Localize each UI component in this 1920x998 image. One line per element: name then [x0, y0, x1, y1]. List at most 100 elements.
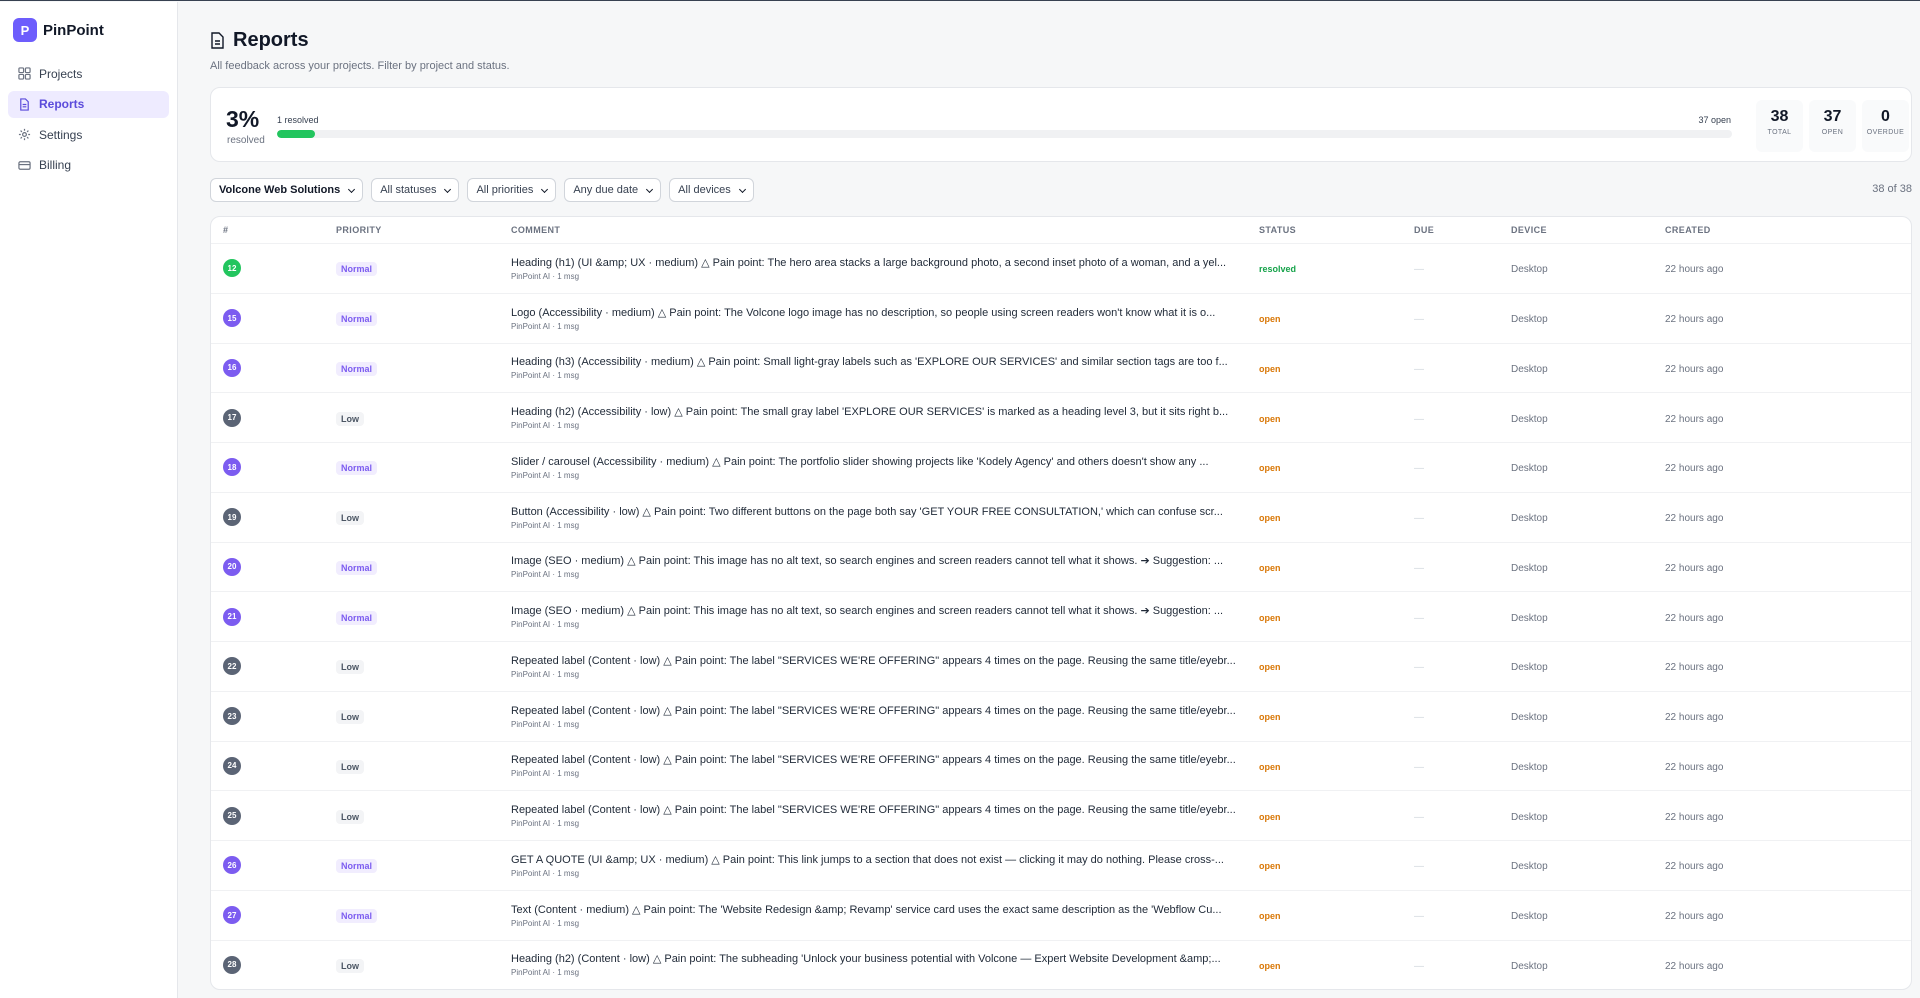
column-header-status[interactable]: STATUS	[1259, 225, 1414, 235]
sidebar-item-projects[interactable]: Projects	[8, 60, 169, 87]
comment-cell[interactable]: Heading (h2) (Accessibility · low) △ Pai…	[511, 405, 1259, 430]
comment-text[interactable]: Heading (h1) (UI &amp; UX · medium) △ Pa…	[511, 256, 1247, 269]
comment-cell[interactable]: Logo (Accessibility · medium) △ Pain poi…	[511, 306, 1259, 331]
comment-text[interactable]: Slider / carousel (Accessibility · mediu…	[511, 455, 1247, 468]
created-value: 22 hours ago	[1665, 761, 1724, 773]
row-number-badge: 18	[223, 458, 241, 477]
stat-label: OVERDUE	[1866, 129, 1905, 136]
comment-text[interactable]: Heading (h2) (Content · low) △ Pain poin…	[511, 952, 1247, 965]
comment-cell[interactable]: Image (SEO · medium) △ Pain point: This …	[511, 554, 1259, 579]
table-row[interactable]: 23 Low Repeated label (Content · low) △ …	[211, 690, 1911, 741]
column-header-created[interactable]: CREATED	[1665, 225, 1865, 235]
due-cell: —	[1414, 409, 1511, 427]
created-cell: 22 hours ago	[1665, 906, 1865, 924]
created-cell: 22 hours ago	[1665, 458, 1865, 476]
table-row[interactable]: 26 Normal GET A QUOTE (UI &amp; UX · med…	[211, 840, 1911, 890]
due-value: —	[1414, 911, 1424, 923]
comment-text[interactable]: Image (SEO · medium) △ Pain point: This …	[511, 604, 1247, 617]
comment-cell[interactable]: Repeated label (Content · low) △ Pain po…	[511, 803, 1259, 828]
comment-text[interactable]: Repeated label (Content · low) △ Pain po…	[511, 753, 1247, 766]
column-header-due[interactable]: DUE	[1414, 225, 1511, 235]
comment-cell[interactable]: Heading (h3) (Accessibility · medium) △ …	[511, 355, 1259, 380]
status-cell: open	[1259, 856, 1414, 874]
comment-text[interactable]: Logo (Accessibility · medium) △ Pain poi…	[511, 306, 1247, 319]
priority-badge: Normal	[336, 909, 378, 924]
device-filter[interactable]: All devices	[669, 178, 754, 202]
device-value: Desktop	[1511, 761, 1548, 773]
device-cell: Desktop	[1511, 608, 1665, 626]
table-row[interactable]: 17 Low Heading (h2) (Accessibility · low…	[211, 392, 1911, 442]
comment-text[interactable]: Button (Accessibility · low) △ Pain poin…	[511, 505, 1247, 518]
comment-cell[interactable]: Text (Content · medium) △ Pain point: Th…	[511, 903, 1259, 928]
comment-text[interactable]: GET A QUOTE (UI &amp; UX · medium) △ Pai…	[511, 853, 1247, 866]
table-row[interactable]: 25 Low Repeated label (Content · low) △ …	[211, 790, 1911, 840]
comment-cell[interactable]: Heading (h2) (Content · low) △ Pain poin…	[511, 952, 1259, 977]
comment-text[interactable]: Repeated label (Content · low) △ Pain po…	[511, 654, 1247, 667]
table-row[interactable]: 18 Normal Slider / carousel (Accessibili…	[211, 442, 1911, 492]
created-cell: 22 hours ago	[1665, 707, 1865, 725]
table-row[interactable]: 15 Normal Logo (Accessibility · medium) …	[211, 292, 1911, 343]
comment-text[interactable]: Heading (h2) (Accessibility · low) △ Pai…	[511, 405, 1247, 418]
comment-text[interactable]: Heading (h3) (Accessibility · medium) △ …	[511, 355, 1247, 368]
due-cell: —	[1414, 558, 1511, 576]
comment-text[interactable]: Repeated label (Content · low) △ Pain po…	[511, 803, 1247, 816]
row-number-badge: 23	[223, 707, 241, 726]
device-value: Desktop	[1511, 413, 1548, 425]
comment-cell[interactable]: Repeated label (Content · low) △ Pain po…	[511, 704, 1259, 729]
table-row[interactable]: 16 Normal Heading (h3) (Accessibility · …	[211, 342, 1911, 393]
comment-cell[interactable]: GET A QUOTE (UI &amp; UX · medium) △ Pai…	[511, 853, 1259, 878]
comment-cell[interactable]: Image (SEO · medium) △ Pain point: This …	[511, 604, 1259, 629]
sidebar-item-settings[interactable]: Settings	[8, 121, 169, 148]
status-cell: open	[1259, 458, 1414, 476]
table-row[interactable]: 28 Low Heading (h2) (Content · low) △ Pa…	[211, 939, 1911, 990]
table-row[interactable]: 12 Normal Heading (h1) (UI &amp; UX · me…	[211, 243, 1911, 293]
comment-text[interactable]: Text (Content · medium) △ Pain point: Th…	[511, 903, 1247, 916]
comment-cell[interactable]: Button (Accessibility · low) △ Pain poin…	[511, 505, 1259, 530]
sidebar-item-reports[interactable]: Reports	[8, 90, 169, 118]
comment-cell[interactable]: Repeated label (Content · low) △ Pain po…	[511, 753, 1259, 778]
comment-text[interactable]: Repeated label (Content · low) △ Pain po…	[511, 704, 1247, 717]
row-number-cell: 23	[211, 707, 336, 726]
table-row[interactable]: 24 Low Repeated label (Content · low) △ …	[211, 740, 1911, 791]
status-filter[interactable]: All statuses	[371, 178, 460, 202]
sidebar-item-billing[interactable]: Billing	[8, 152, 169, 179]
created-value: 22 hours ago	[1665, 513, 1724, 525]
comment-cell[interactable]: Repeated label (Content · low) △ Pain po…	[511, 654, 1259, 679]
document-icon	[17, 97, 31, 111]
due-cell: —	[1414, 458, 1511, 476]
priority-badge: Low	[336, 809, 364, 824]
created-value: 22 hours ago	[1665, 463, 1724, 475]
table-row[interactable]: 22 Low Repeated label (Content · low) △ …	[211, 641, 1911, 691]
due-filter[interactable]: Any due date	[564, 178, 662, 202]
comment-cell[interactable]: Heading (h1) (UI &amp; UX · medium) △ Pa…	[511, 256, 1259, 281]
table-row[interactable]: 21 Normal Image (SEO · medium) △ Pain po…	[211, 591, 1911, 641]
page-header: Reports	[210, 29, 1912, 52]
brand[interactable]: P PinPoint	[0, 2, 177, 44]
row-number-badge: 12	[223, 259, 241, 278]
status-cell: open	[1259, 359, 1414, 377]
comment-meta: PinPoint AI · 1 msg	[511, 719, 580, 729]
row-number-cell: 28	[211, 955, 336, 974]
status-badge: resolved	[1259, 264, 1297, 275]
project-filter[interactable]: Volcone Web Solutions	[210, 178, 364, 202]
priority-badge: Normal	[336, 610, 378, 625]
grid-icon	[17, 67, 31, 81]
sidebar-item-label: Settings	[39, 127, 83, 142]
column-header-comment[interactable]: COMMENT	[511, 225, 1259, 235]
device-value: Desktop	[1511, 712, 1548, 724]
table-row[interactable]: 27 Normal Text (Content · medium) △ Pain…	[211, 889, 1911, 940]
status-badge: open	[1259, 562, 1281, 573]
stat-value: 0	[1881, 108, 1890, 125]
table-row[interactable]: 19 Low Button (Accessibility · low) △ Pa…	[211, 491, 1911, 542]
row-number-cell: 18	[211, 458, 336, 477]
comment-cell[interactable]: Slider / carousel (Accessibility · mediu…	[511, 455, 1259, 480]
comment-text[interactable]: Image (SEO · medium) △ Pain point: This …	[511, 554, 1247, 567]
column-header-priority[interactable]: PRIORITY	[336, 225, 511, 235]
column-header-number[interactable]: #	[211, 225, 336, 235]
device-cell: Desktop	[1511, 309, 1665, 327]
column-header-device[interactable]: DEVICE	[1511, 225, 1665, 235]
created-value: 22 hours ago	[1665, 662, 1724, 674]
comment-meta: PinPoint AI · 1 msg	[511, 570, 580, 580]
priority-filter[interactable]: All priorities	[467, 178, 557, 202]
table-row[interactable]: 20 Normal Image (SEO · medium) △ Pain po…	[211, 541, 1911, 592]
